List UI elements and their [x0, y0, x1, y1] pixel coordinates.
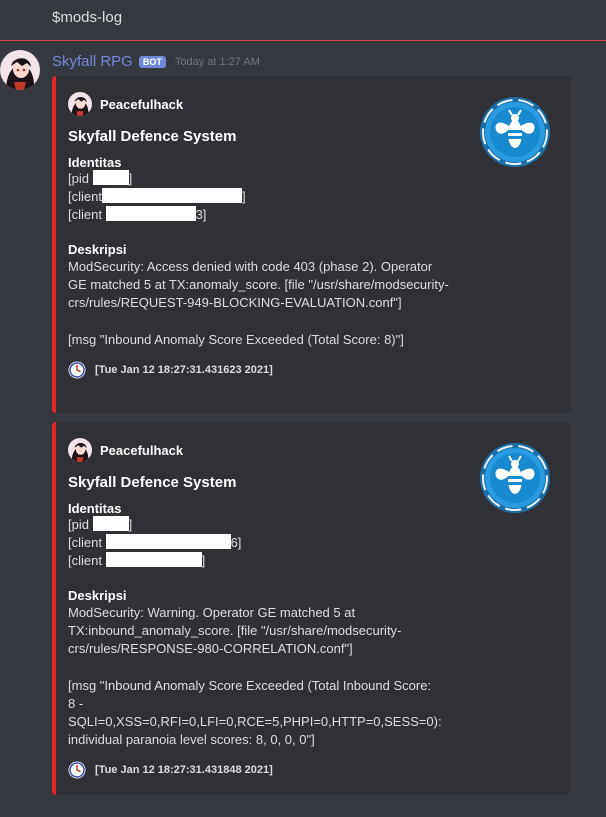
bot-avatar[interactable]: [0, 50, 40, 90]
author-avatar: [68, 92, 92, 116]
embed-author: Peacefulhack: [100, 96, 184, 112]
redaction-block: [105, 552, 202, 567]
redaction-block: [105, 206, 196, 221]
identity-line-prefix: [client: [68, 207, 106, 222]
identity-line: [pid ]: [68, 516, 555, 534]
redaction-block: [101, 188, 242, 203]
identity-line-suffix: ]: [201, 553, 206, 568]
description-field-label: Deskripsi: [68, 242, 127, 257]
identity-line-prefix: [pid: [68, 517, 93, 532]
identity-line: [client 6]: [68, 534, 555, 552]
bee-shield-thumbnail[interactable]: [479, 96, 551, 168]
identity-line-prefix: [client: [68, 535, 106, 550]
redaction-block: [92, 516, 129, 531]
bee-shield-thumbnail[interactable]: [479, 442, 551, 514]
identity-line: [client ]: [68, 552, 555, 570]
identity-line-suffix: ]: [241, 189, 246, 204]
description-text: ModSecurity: Access denied with code 403…: [68, 259, 449, 310]
msg-text: [msg "Inbound Anomaly Score Exceeded (To…: [68, 678, 442, 747]
identity-line-suffix: 3]: [195, 207, 207, 222]
msg-text: [msg "Inbound Anomaly Score Exceeded (To…: [68, 332, 404, 347]
identity-line: [pid ]: [68, 170, 555, 188]
embed-card: Peacefulhack Skyfall Defence System Iden…: [52, 76, 571, 413]
identity-line-suffix: 6]: [230, 535, 242, 550]
description-text: ModSecurity: Warning. Operator GE matche…: [68, 605, 402, 656]
embed-card: Peacefulhack Skyfall Defence System Iden…: [52, 422, 571, 795]
previous-message: $mods-log: [52, 9, 123, 26]
bot-username[interactable]: Skyfall RPG: [52, 53, 133, 70]
clock-icon: [68, 361, 86, 379]
footer-timestamp: [Tue Jan 12 18:27:31.431623 2021]: [95, 364, 273, 376]
identity-line-prefix: [client: [68, 553, 106, 568]
identity-line: [client 3]: [68, 206, 555, 224]
embed-author: Peacefulhack: [100, 442, 184, 458]
identity-line-prefix: [pid: [68, 171, 93, 186]
redaction-block: [105, 534, 231, 549]
identity-line-suffix: ]: [128, 171, 133, 186]
footer-timestamp: [Tue Jan 12 18:27:31.431848 2021]: [95, 764, 273, 776]
identity-line-prefix: [client: [68, 189, 102, 204]
clock-icon: [68, 761, 86, 779]
description-field-label: Deskripsi: [68, 588, 127, 603]
identity-line: [client]: [68, 188, 555, 206]
new-messages-divider: [0, 40, 606, 41]
message-timestamp[interactable]: Today at 1:27 AM: [175, 56, 260, 68]
identity-line-suffix: ]: [128, 517, 133, 532]
author-avatar: [68, 438, 92, 462]
redaction-block: [92, 170, 129, 185]
bot-tag: BOT: [138, 55, 166, 68]
